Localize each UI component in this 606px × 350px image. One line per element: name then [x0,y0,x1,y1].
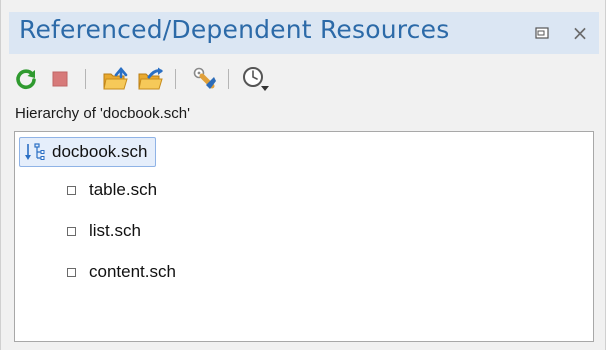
history-dropdown-button[interactable] [241,64,271,94]
refresh-button[interactable] [11,64,41,94]
tree-child-node[interactable]: list.sch [67,217,141,245]
hierarchy-tree[interactable]: docbook.sch table.sch list.sch content.s… [14,131,594,342]
open-folder-up-icon [103,66,128,90]
history-dropdown-icon [243,67,269,91]
panel-title: Referenced/Dependent Resources [19,15,450,44]
close-icon: × [571,21,589,45]
close-view-button[interactable]: × [569,22,591,44]
toolbar [9,58,599,102]
restore-view-button[interactable] [531,22,553,44]
configure-icon [193,67,216,89]
stop-icon [52,71,68,87]
tree-root-label: docbook.sch [52,142,148,161]
restore-icon [535,27,549,39]
hierarchy-tree-icon [25,143,45,160]
configure-button[interactable] [190,64,220,94]
open-dependent-button[interactable] [136,64,166,94]
tree-node-bullet-icon [67,185,76,195]
tree-node-bullet-icon [67,226,76,236]
tree-child-node[interactable]: table.sch [67,176,157,204]
toolbar-separator [85,69,86,89]
panel-title-bar: Referenced/Dependent Resources × [9,12,599,54]
toolbar-separator [175,69,176,89]
refresh-icon [16,69,36,89]
toolbar-separator [228,69,229,89]
tree-node-label: content.sch [89,262,176,281]
tree-root-node[interactable]: docbook.sch [19,137,157,167]
open-folder-arrow-icon [138,67,163,90]
referenced-dependent-resources-panel: Referenced/Dependent Resources × Hierarc… [0,0,606,350]
tree-node-label: table.sch [89,180,158,199]
tree-child-node[interactable]: content.sch [67,258,176,286]
hierarchy-caption: Hierarchy of 'docbook.sch' [15,105,190,122]
tree-node-label: list.sch [89,221,141,240]
stop-button[interactable] [45,64,75,94]
open-referenced-button[interactable] [101,64,131,94]
tree-node-bullet-icon [67,267,76,277]
